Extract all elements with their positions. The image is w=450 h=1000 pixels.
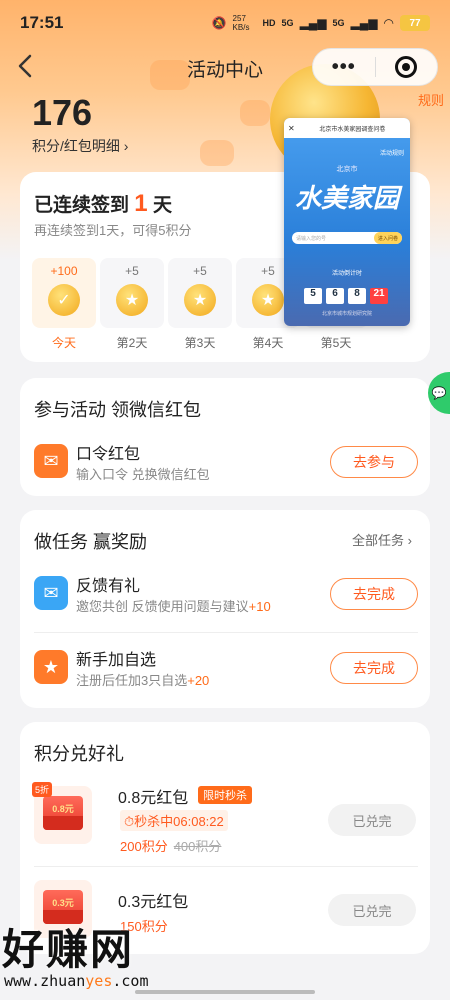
home-indicator[interactable] <box>135 990 315 994</box>
decor-tile <box>200 140 234 166</box>
star-coin-icon: ★ <box>252 284 284 316</box>
divider <box>34 866 418 867</box>
task-card: 做任务 赢奖励 全部任务 › ✉ 反馈有礼 邀您共创 反馈使用问题与建议+10 … <box>20 510 430 708</box>
popup-rule-link[interactable]: 活动规则 <box>380 148 404 157</box>
star-bookmark-icon: ★ <box>34 650 68 684</box>
signal-icon: ▂▄▆ <box>299 16 327 30</box>
decor-tile <box>240 100 270 126</box>
popup-countdown-label: 活动倒计时 <box>331 271 362 277</box>
points-value: 176 <box>32 92 93 133</box>
star-coin-icon: ★ <box>116 284 148 316</box>
discount-badge: 5折 <box>32 782 53 797</box>
popup-titlebar: ✕ 北京市水美家园调查问卷 <box>284 118 410 138</box>
popup-city: 北京市 <box>336 166 358 173</box>
popup-footer: 北京市城市规划研究院 <box>321 311 372 317</box>
battery-indicator: 77 <box>400 15 430 31</box>
watermark-logo: 好赚网 www.zhuanyes.com <box>2 926 149 990</box>
activity-card: 参与活动 领微信红包 ✉ 口令红包 输入口令 兑换微信红包 去参与 <box>20 378 430 496</box>
star-coin-icon: ★ <box>184 284 216 316</box>
signal-5g-2: 5G <box>332 18 345 28</box>
wechat-service-icon[interactable]: 💬 <box>428 372 450 414</box>
popup-countdown: 5 6 8 21 <box>304 288 388 304</box>
back-button[interactable] <box>14 52 44 82</box>
mute-icon: 🔕 <box>211 16 227 30</box>
survey-popup[interactable]: ✕ 北京市水美家园调查问卷 活动规则 北京市 水美家园 请输入您的号 进入问卷 … <box>284 118 410 326</box>
checkin-day[interactable]: +100 ✓ 今天 <box>32 258 96 351</box>
prize-title: 0.8元红包 <box>118 790 189 807</box>
complete-button[interactable]: 去完成 <box>330 652 418 684</box>
page-title: 活动中心 <box>186 59 263 81</box>
close-icon[interactable]: ✕ <box>288 124 295 133</box>
check-icon: ✓ <box>48 284 80 316</box>
status-bar: 17:51 🔕 257 KB/s HD 5G ▂▄▆ 5G ▂▄▆ ◠ 77 <box>0 0 450 46</box>
checkin-day[interactable]: +5 ★ 第2天 <box>100 258 164 351</box>
red-envelope-icon: 0.8元 <box>43 796 83 830</box>
wifi-icon: ◠ <box>383 16 394 30</box>
checkin-title: 已连续签到 1 天 <box>34 190 172 217</box>
sold-out-button[interactable]: 已兑完 <box>328 804 416 836</box>
checkin-day[interactable]: +5 ★ 第3天 <box>168 258 232 351</box>
message-icon: ✉ <box>34 576 68 610</box>
red-envelope-icon: ✉ <box>34 444 68 478</box>
status-icons: 🔕 257 KB/s HD 5G ▂▄▆ 5G ▂▄▆ ◠ 77 <box>212 14 430 32</box>
checkin-subtitle: 再连续签到1天，可得5积分 <box>34 223 192 238</box>
popup-headline: 水美家园 <box>294 184 399 214</box>
section-title: 参与活动 领微信红包 <box>34 400 202 420</box>
flash-sale-tag: 限时秒杀 <box>198 786 252 804</box>
list-item: ✉ 口令红包 输入口令 兑换微信红包 去参与 <box>34 438 418 494</box>
divider <box>34 632 418 633</box>
list-item: ✉ 反馈有礼 邀您共创 反馈使用问题与建议+10 去完成 <box>34 570 418 626</box>
sold-out-button[interactable]: 已兑完 <box>328 894 416 926</box>
prize-title: 0.3元红包 <box>118 894 189 911</box>
enter-survey-button[interactable]: 进入问卷 <box>373 232 402 244</box>
net-speed: 257 KB/s <box>232 14 250 32</box>
hd-label: HD <box>262 18 276 28</box>
points-detail-link[interactable]: 积分/红包明细 › <box>32 136 128 156</box>
rules-link[interactable]: 规则 <box>418 90 444 109</box>
close-icon <box>395 56 418 78</box>
popup-search-input[interactable]: 请输入您的号 进入问卷 <box>292 232 402 244</box>
status-time: 17:51 <box>20 13 64 32</box>
complete-button[interactable]: 去完成 <box>330 578 418 610</box>
signal-icon: ▂▄▆ <box>350 16 378 30</box>
list-item: ★ 新手加自选 注册后任加3只自选+20 去完成 <box>34 644 418 700</box>
prize-price: 200积分 400积分 <box>120 839 222 854</box>
flash-countdown: ⏱秒杀中06:08:22 <box>120 810 228 831</box>
section-title: 积分兑好礼 <box>34 744 124 764</box>
nav-bar: 活动中心 ••• <box>0 46 450 90</box>
close-button[interactable] <box>376 56 438 78</box>
miniprogram-capsule: ••• <box>312 48 438 86</box>
section-title: 做任务 赢奖励 <box>34 532 148 552</box>
chevron-left-icon <box>18 54 32 78</box>
all-tasks-link[interactable]: 全部任务 › <box>352 530 412 549</box>
more-button[interactable]: ••• <box>313 56 375 79</box>
join-button[interactable]: 去参与 <box>330 446 418 478</box>
prize-thumbnail[interactable]: 0.8元 5折 <box>32 782 92 844</box>
signal-5g-1: 5G <box>281 18 294 28</box>
